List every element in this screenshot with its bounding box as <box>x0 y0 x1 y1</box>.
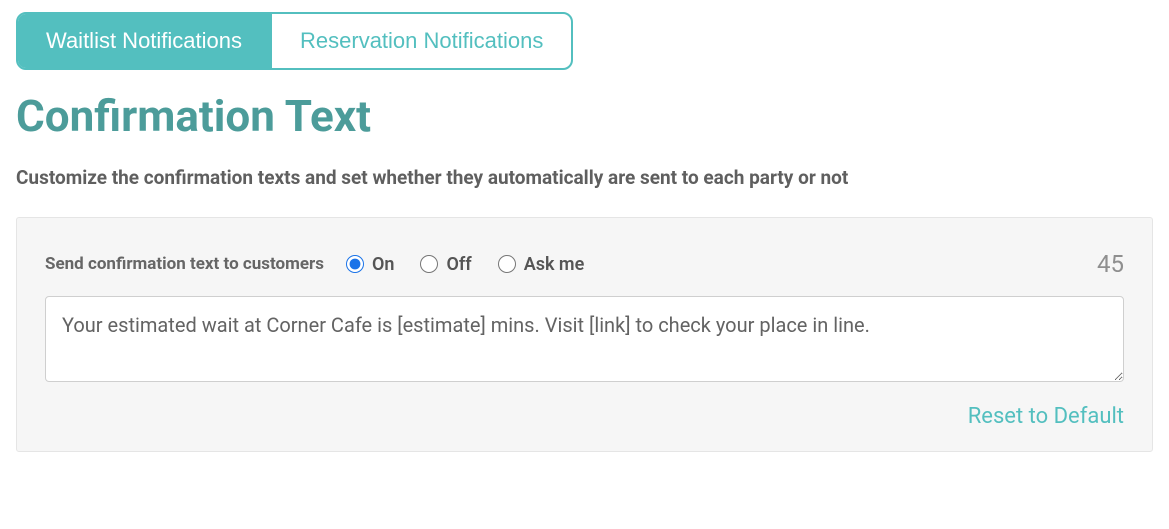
radio-input-askme[interactable] <box>498 255 516 273</box>
reset-to-default-link[interactable]: Reset to Default <box>968 404 1124 429</box>
send-confirmation-label: Send confirmation text to customers <box>45 254 324 274</box>
radio-input-off[interactable] <box>420 255 438 273</box>
radio-askme-label: Ask me <box>524 254 585 275</box>
reset-row: Reset to Default <box>45 404 1124 429</box>
tab-reservation-notifications[interactable]: Reservation Notifications <box>270 14 571 68</box>
radio-on-label: On <box>372 254 394 275</box>
page-title: Confirmation Text <box>16 90 1153 142</box>
confirmation-text-panel: Send confirmation text to customers On O… <box>16 217 1153 452</box>
radio-input-on[interactable] <box>346 255 364 273</box>
page-subtitle: Customize the confirmation texts and set… <box>16 166 1153 189</box>
send-confirmation-row: Send confirmation text to customers On O… <box>45 250 1124 278</box>
character-counter: 45 <box>1097 250 1124 278</box>
radio-off[interactable]: Off <box>420 254 471 275</box>
tab-waitlist-notifications[interactable]: Waitlist Notifications <box>18 14 270 68</box>
radio-askme[interactable]: Ask me <box>498 254 585 275</box>
notification-tabs: Waitlist Notifications Reservation Notif… <box>16 12 573 70</box>
radio-off-label: Off <box>446 254 471 275</box>
radio-on[interactable]: On <box>346 254 394 275</box>
confirmation-text-input[interactable] <box>45 296 1124 382</box>
